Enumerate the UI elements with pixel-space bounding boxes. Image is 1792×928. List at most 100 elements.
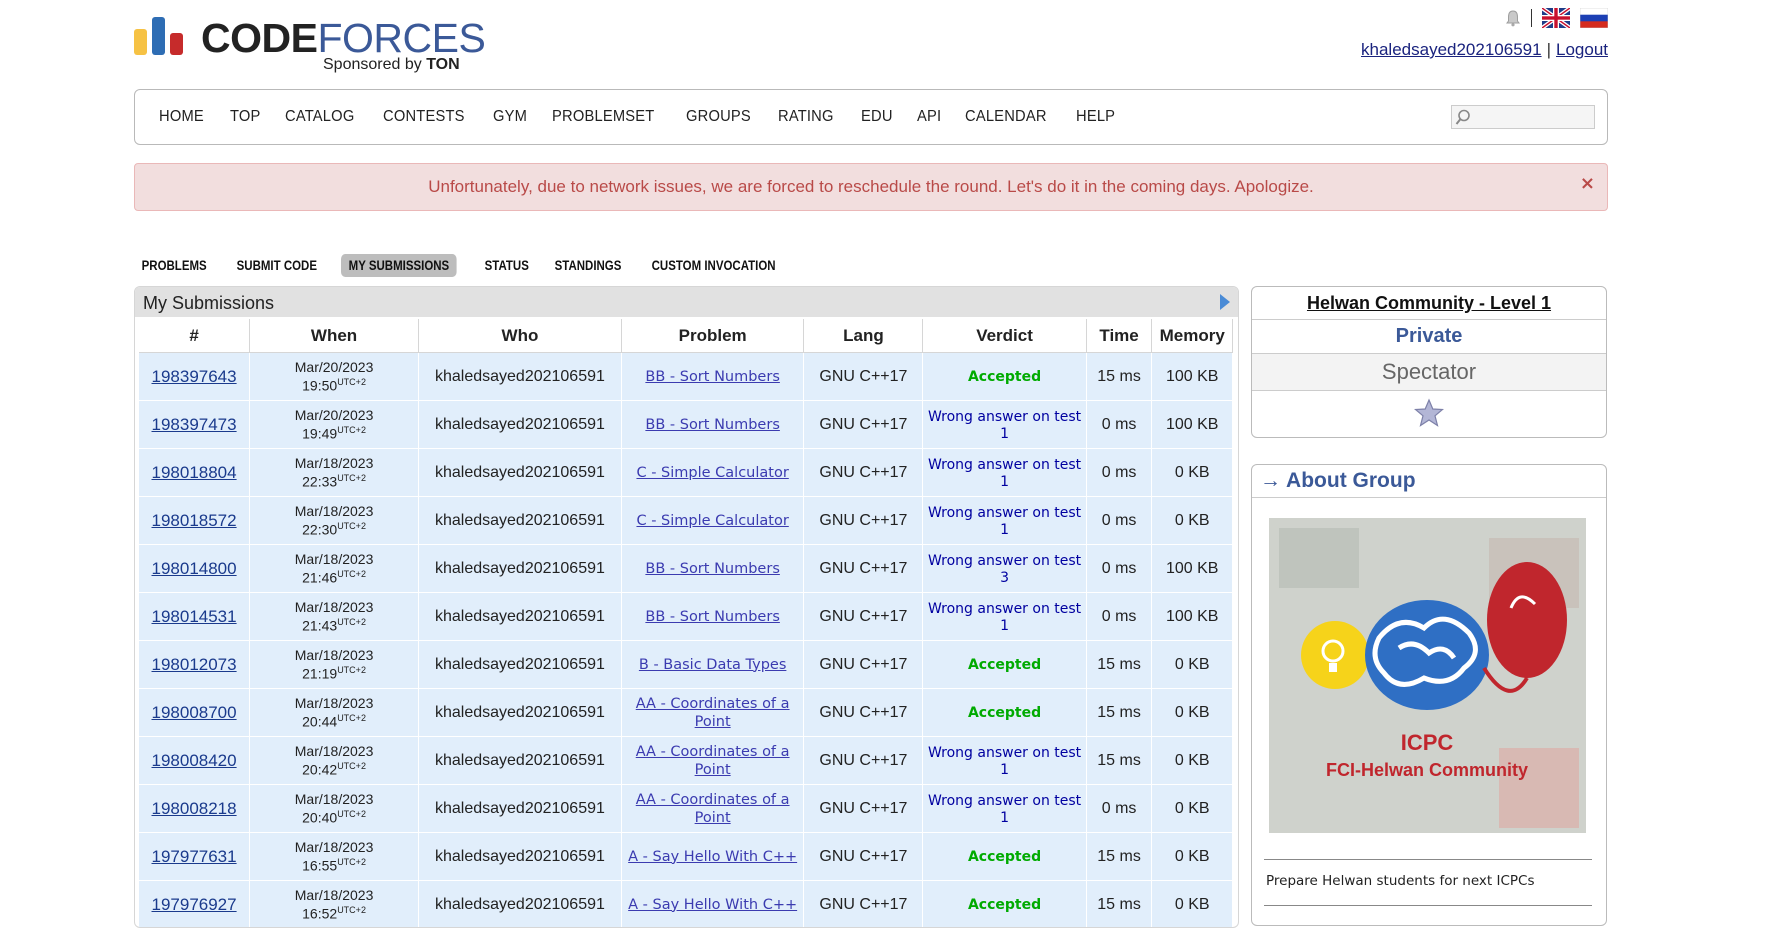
when-time: 21:46 bbox=[302, 569, 338, 586]
menu-item-api[interactable]: API bbox=[917, 108, 941, 126]
uk-flag-icon[interactable] bbox=[1542, 8, 1570, 28]
subnav-problems[interactable]: PROBLEMS bbox=[134, 254, 214, 277]
logout-link[interactable]: Logout bbox=[1556, 40, 1608, 59]
problem-cell: C - Simple Calculator bbox=[621, 497, 805, 545]
problem-link[interactable]: BB - Sort Numbers bbox=[645, 609, 779, 625]
memory-cell: 0 KB bbox=[1152, 449, 1233, 497]
verdict-cell[interactable]: Wrong answer on test 1 bbox=[923, 497, 1087, 545]
submission-id-link[interactable]: 198018572 bbox=[152, 511, 237, 530]
verdict-cell[interactable]: Accepted bbox=[923, 689, 1087, 737]
problem-link[interactable]: A - Say Hello With C++ bbox=[628, 897, 797, 913]
problem-link[interactable]: BB - Sort Numbers bbox=[645, 417, 779, 433]
when-time: 19:49 bbox=[302, 425, 338, 442]
verdict-cell[interactable]: Accepted bbox=[923, 641, 1087, 689]
submission-id-link[interactable]: 198397643 bbox=[152, 367, 237, 386]
russia-flag-icon[interactable] bbox=[1580, 8, 1608, 28]
menu-item-contests[interactable]: CONTESTS bbox=[383, 108, 465, 126]
time-cell: 0 ms bbox=[1086, 401, 1153, 449]
when-time: 20:44 bbox=[302, 713, 338, 730]
divider bbox=[1264, 859, 1592, 860]
submission-id-cell: 198397643 bbox=[139, 353, 251, 401]
menu-item-calendar[interactable]: CALENDAR bbox=[965, 108, 1047, 126]
verdict-cell[interactable]: Wrong answer on test 1 bbox=[923, 593, 1087, 641]
problem-link[interactable]: AA - Coordinates of a Point bbox=[636, 792, 790, 826]
group-info-box: Helwan Community - Level 1 Private Spect… bbox=[1251, 286, 1607, 438]
column-header: Verdict bbox=[923, 319, 1087, 353]
logo-wordmark: CODEFORCES bbox=[201, 15, 486, 61]
verdict-cell[interactable]: Accepted bbox=[923, 353, 1087, 401]
time-cell: 0 ms bbox=[1086, 497, 1153, 545]
menu-item-top[interactable]: TOP bbox=[230, 108, 261, 126]
submission-id-link[interactable]: 198018804 bbox=[152, 463, 237, 482]
problem-link[interactable]: C - Simple Calculator bbox=[636, 513, 788, 529]
codeforces-logo[interactable]: CODEFORCES Sponsored by TON bbox=[134, 14, 494, 76]
problem-link[interactable]: BB - Sort Numbers bbox=[645, 561, 779, 577]
when-cell: Mar/18/2023 20:42UTC+2 bbox=[250, 737, 420, 785]
who-cell: khaledsayed202106591 bbox=[419, 737, 622, 785]
time-cell: 15 ms bbox=[1086, 833, 1153, 881]
submission-id-link[interactable]: 198008218 bbox=[152, 799, 237, 818]
verdict-cell[interactable]: Wrong answer on test 1 bbox=[923, 737, 1087, 785]
subnav-submit-code[interactable]: SUBMIT CODE bbox=[229, 254, 325, 277]
menu-item-rating[interactable]: RATING bbox=[778, 108, 834, 126]
group-name-link[interactable]: Helwan Community - Level 1 bbox=[1252, 287, 1606, 320]
submission-id-link[interactable]: 198008420 bbox=[152, 751, 237, 770]
submission-id-link[interactable]: 198014800 bbox=[152, 559, 237, 578]
problem-cell: AA - Coordinates of a Point bbox=[621, 737, 805, 785]
subnav-my-submissions[interactable]: MY SUBMISSIONS bbox=[341, 253, 457, 277]
when-cell: Mar/18/2023 22:33UTC+2 bbox=[250, 449, 420, 497]
menu-item-problemset[interactable]: PROBLEMSET bbox=[552, 108, 654, 126]
subnav-custom-invocation[interactable]: CUSTOM INVOCATION bbox=[644, 254, 783, 277]
problem-link[interactable]: B - Basic Data Types bbox=[639, 657, 787, 673]
icpc-logo-icon: ICPC FCI-Helwan Community bbox=[1269, 518, 1586, 833]
when-time: 20:42 bbox=[302, 761, 338, 778]
verdict-cell[interactable]: Accepted bbox=[923, 833, 1087, 881]
verdict-accepted: Accepted bbox=[967, 705, 1042, 721]
verdict-cell[interactable]: Wrong answer on test 1 bbox=[923, 449, 1087, 497]
alert-banner: Unfortunately, due to network issues, we… bbox=[134, 163, 1608, 211]
submission-id-link[interactable]: 198008700 bbox=[152, 703, 237, 722]
close-icon[interactable]: × bbox=[1580, 173, 1595, 194]
table-row: 198397473 Mar/20/2023 19:49UTC+2 khaledsaye… bbox=[139, 401, 1233, 449]
verdict-cell[interactable]: Wrong answer on test 1 bbox=[923, 785, 1087, 833]
arrow-right-icon[interactable] bbox=[1220, 294, 1230, 310]
star-icon[interactable] bbox=[1414, 398, 1444, 428]
menu-item-home[interactable]: HOME bbox=[159, 108, 204, 126]
verdict-cell[interactable]: Wrong answer on test 3 bbox=[923, 545, 1087, 593]
memory-cell: 100 KB bbox=[1152, 353, 1233, 401]
problem-link[interactable]: A - Say Hello With C++ bbox=[628, 849, 797, 865]
problem-link[interactable]: C - Simple Calculator bbox=[636, 465, 788, 481]
menu-item-edu[interactable]: EDU bbox=[861, 108, 893, 126]
column-header: When bbox=[250, 319, 420, 353]
subnav-standings[interactable]: STANDINGS bbox=[547, 254, 629, 277]
problem-link[interactable]: AA - Coordinates of a Point bbox=[636, 696, 790, 730]
problem-link[interactable]: BB - Sort Numbers bbox=[645, 369, 779, 385]
menu-item-catalog[interactable]: CATALOG bbox=[285, 108, 354, 126]
when-cell: Mar/18/2023 21:46UTC+2 bbox=[250, 545, 420, 593]
time-cell: 0 ms bbox=[1086, 785, 1153, 833]
verdict-cell[interactable]: Wrong answer on test 1 bbox=[923, 401, 1087, 449]
submission-id-link[interactable]: 198014531 bbox=[152, 607, 237, 626]
submission-id-link[interactable]: 198397473 bbox=[152, 415, 237, 434]
search-input[interactable] bbox=[1451, 105, 1595, 129]
submission-id-cell: 198397473 bbox=[139, 401, 251, 449]
timezone: UTC+2 bbox=[337, 616, 366, 627]
submission-id-link[interactable]: 197976927 bbox=[152, 895, 237, 914]
who-cell: khaledsayed202106591 bbox=[419, 881, 622, 927]
verdict-wrong: Wrong answer on test 1 bbox=[927, 504, 1082, 538]
problem-cell: AA - Coordinates of a Point bbox=[621, 785, 805, 833]
submission-id-link[interactable]: 198012073 bbox=[152, 655, 237, 674]
menu-item-groups[interactable]: GROUPS bbox=[686, 108, 751, 126]
menu-item-gym[interactable]: GYM bbox=[493, 108, 527, 126]
username-link[interactable]: khaledsayed202106591 bbox=[1361, 40, 1542, 59]
submission-id-link[interactable]: 197977631 bbox=[152, 847, 237, 866]
verdict-cell[interactable]: Accepted bbox=[923, 881, 1087, 927]
bell-icon[interactable] bbox=[1505, 9, 1521, 27]
table-row: 198397643 Mar/20/2023 19:50UTC+2 khaledsaye… bbox=[139, 353, 1233, 401]
problem-link[interactable]: AA - Coordinates of a Point bbox=[636, 744, 790, 778]
subnav-status[interactable]: STATUS bbox=[477, 254, 537, 277]
svg-text:FCI-Helwan Community: FCI-Helwan Community bbox=[1326, 760, 1528, 780]
menu-item-help[interactable]: HELP bbox=[1076, 108, 1115, 126]
alert-message: Unfortunately, due to network issues, we… bbox=[428, 177, 1314, 196]
memory-cell: 100 KB bbox=[1152, 545, 1233, 593]
